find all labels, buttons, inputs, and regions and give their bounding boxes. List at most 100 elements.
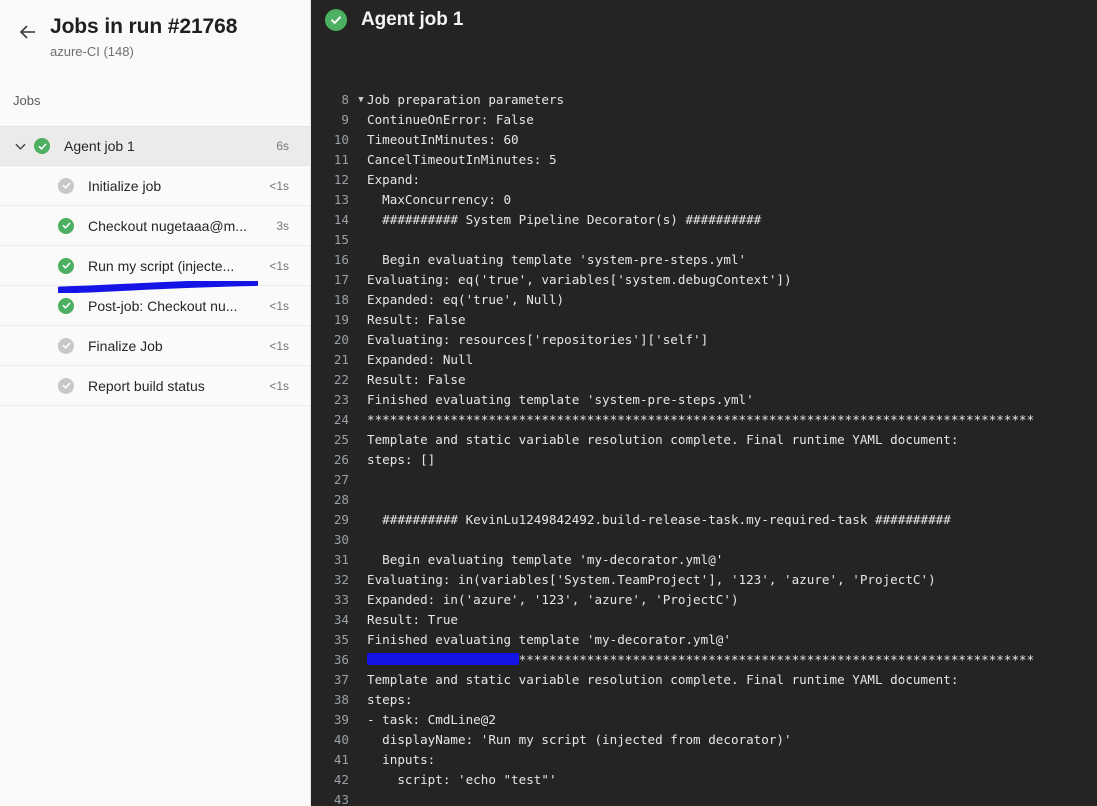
job-status-wrap [58,337,74,354]
log-line-number: 8 [341,92,349,107]
status-success-icon [34,138,50,154]
log-line-number: 18 [333,292,349,307]
log-line-number: 10 [333,132,349,147]
log-line-number: 42 [333,772,349,787]
log-line: 15 [311,230,1097,250]
log-line-number: 29 [333,512,349,527]
log-line: 17 Evaluating: eq('true', variables['syst… [311,270,1097,290]
log-line-number: 43 [333,792,349,806]
log-line-text: Expanded: in('azure', '123', 'azure', 'P… [367,592,739,607]
job-row[interactable]: Run my script (injecte... <1s [0,246,310,286]
log-line: 11 CancelTimeoutInMinutes: 5 [311,150,1097,170]
job-name-label: Initialize job [88,177,162,194]
log-line-text: MaxConcurrency: 0 [367,192,512,207]
log-line-number: 11 [333,152,349,167]
job-duration-label: <1s [269,378,289,393]
job-row[interactable]: Finalize Job <1s [0,326,310,366]
log-line-number: 26 [333,452,349,467]
log-line: 10 TimeoutInMinutes: 60 [311,130,1097,150]
log-line: 34 Result: True [311,610,1097,630]
log-line: 20 Evaluating: resources['repositories'][… [311,330,1097,350]
log-line-text: Evaluating: in(variables['System.TeamPro… [367,572,936,587]
jobs-section-label: Jobs [13,93,41,108]
log-line-text: Evaluating: eq('true', variables['system… [367,272,792,287]
log-line: 43 [311,790,1097,806]
log-line-text: Result: True [367,612,458,627]
log-line: 29 ########## KevinLu1249842492.build-re… [311,510,1097,530]
log-line-text: ########## System Pipeline Decorator(s) … [367,212,762,227]
jobs-list: Agent job 1 6s Initialize job <1s Checkout n… [0,126,310,406]
fold-toggle-icon[interactable]: ▼ [355,90,367,110]
job-row[interactable]: Checkout nugetaaa@m... 3s [0,206,310,246]
job-status-success-icon [325,9,347,31]
log-line-text: steps: [] [367,452,436,467]
job-status-wrap [58,297,74,314]
log-line-number: 20 [333,332,349,347]
log-line: 26 steps: [] [311,450,1097,470]
log-line-number: 22 [333,372,349,387]
log-line-number: 34 [333,612,349,627]
log-line-number: 37 [333,672,349,687]
log-line-number: 24 [333,412,349,427]
job-duration-label: 3s [276,218,289,233]
job-row[interactable]: Agent job 1 6s [0,126,310,166]
job-name-label: Agent job 1 [64,138,135,154]
log-line: 31 Begin evaluating template 'my-decorat… [311,550,1097,570]
log-line-number: 39 [333,712,349,727]
log-line: 37 Template and static variable resolutio… [311,670,1097,690]
log-line-number: 19 [333,312,349,327]
log-line-text: displayName: 'Run my script (injected fr… [367,732,792,747]
job-row[interactable]: Initialize job <1s [0,166,310,206]
log-line-number: 13 [333,192,349,207]
log-line: 23 Finished evaluating template 'system-p… [311,390,1097,410]
log-line-number: 21 [333,352,349,367]
job-duration-label: <1s [269,258,289,273]
log-title: Agent job 1 [361,9,464,30]
log-line-number: 27 [333,472,349,487]
job-name-label: Report build status [88,377,205,394]
log-line-number: 40 [333,732,349,747]
log-line-text: ****************************************… [367,652,1035,667]
chevron-down-icon[interactable] [6,140,34,153]
log-panel: Agent job 1 8 ▼ Job preparation parameters… [311,0,1097,806]
log-line: 22 Result: False [311,370,1097,390]
page-title: Jobs in run #21768 [50,15,238,38]
log-line: 39 - task: CmdLine@2 [311,710,1097,730]
title-texts: Jobs in run #21768 azure-CI (148) [50,14,237,61]
log-line-text: Result: False [367,372,466,387]
log-line-text: inputs: [367,752,436,767]
job-name-label: Post-job: Checkout nu... [88,297,238,314]
title-row: Jobs in run #21768 azure-CI (148) [0,14,310,61]
log-line-number: 28 [333,492,349,507]
job-status-wrap [58,257,74,274]
log-line-number: 35 [333,632,349,647]
job-name-label: Finalize Job [88,337,163,354]
log-line-number: 9 [341,112,349,127]
log-output[interactable]: 8 ▼ Job preparation parameters 9 ContinueOnE… [311,90,1097,806]
job-duration-label: <1s [269,298,289,313]
log-line-text: Expanded: Null [367,352,474,367]
back-button[interactable] [12,16,44,48]
log-line: 8 ▼ Job preparation parameters [311,90,1097,110]
job-name-label: Checkout nugetaaa@m... [88,217,247,234]
status-success-icon [58,217,74,234]
job-duration-label: 6s [276,139,289,153]
blue-redaction-bar [367,653,519,665]
log-line: 14 ########## System Pipeline Decorator(… [311,210,1097,230]
log-line-text: steps: [367,692,413,707]
log-line: 16 Begin evaluating template 'system-pre… [311,250,1097,270]
log-line: 19 Result: False [311,310,1097,330]
status-success-icon [58,297,74,314]
log-line: 41 inputs: [311,750,1097,770]
log-line-text: - task: CmdLine@2 [367,712,496,727]
log-line-number: 12 [333,172,349,187]
log-line: 18 Expanded: eq('true', Null) [311,290,1097,310]
job-status-wrap [34,138,50,154]
log-line: 36 **************************************… [311,650,1097,670]
log-line-number: 31 [333,552,349,567]
log-line: 13 MaxConcurrency: 0 [311,190,1097,210]
log-line: 12 Expand: [311,170,1097,190]
log-line-number: 38 [333,692,349,707]
job-row[interactable]: Post-job: Checkout nu... <1s [0,286,310,326]
job-row[interactable]: Report build status <1s [0,366,310,406]
